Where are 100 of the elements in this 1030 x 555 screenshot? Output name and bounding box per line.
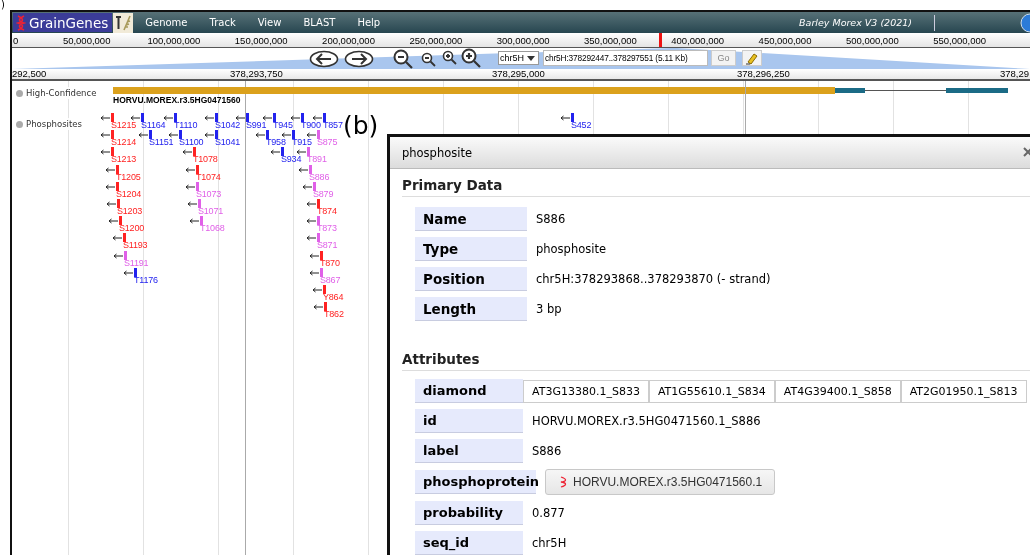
site-label[interactable]: T1074 <box>196 172 221 182</box>
dna-icon <box>16 14 26 31</box>
field-value: S886 <box>536 212 566 226</box>
site-label[interactable]: T857 <box>323 121 343 130</box>
site-label[interactable]: Y864 <box>323 293 344 302</box>
site-label[interactable]: T1176 <box>134 275 158 285</box>
site-label[interactable]: T1205 <box>116 172 141 182</box>
site-label[interactable]: T945 <box>273 121 293 130</box>
site-glyph-icon[interactable] <box>185 181 201 191</box>
location-field[interactable]: chr5H:378292447..378297551 (5.11 Kb) <box>543 50 708 66</box>
site-label[interactable]: S1204 <box>116 189 142 199</box>
site-label[interactable]: S1203 <box>117 207 143 216</box>
menu-item[interactable]: BLAST <box>303 17 336 28</box>
site-label[interactable]: T958 <box>266 138 286 148</box>
zoom-in-icon[interactable] <box>461 48 483 68</box>
site-glyph-icon[interactable] <box>255 130 271 140</box>
field-label: Length <box>415 297 527 321</box>
site-glyph-icon[interactable] <box>306 130 322 140</box>
site-glyph-icon[interactable] <box>204 130 220 140</box>
menu-item[interactable]: View <box>257 17 282 28</box>
site-label[interactable]: T1110 <box>174 121 198 130</box>
site-label[interactable]: S1041 <box>215 138 241 148</box>
menu-item[interactable]: Help <box>357 17 381 28</box>
zoom-out-icon[interactable] <box>393 49 415 69</box>
dialog-title: phosphosite <box>402 145 472 160</box>
left-arrow-button[interactable] <box>309 50 339 68</box>
position-marker[interactable] <box>659 33 662 47</box>
site-label[interactable]: S1214 <box>111 138 137 148</box>
caret-icon <box>527 55 535 61</box>
ruler-label: 378,293,750 <box>230 68 283 79</box>
site-glyph-icon[interactable] <box>105 164 121 174</box>
menu-item[interactable]: Track <box>209 17 236 28</box>
site-glyph-icon[interactable] <box>313 302 329 312</box>
site-glyph-icon[interactable] <box>309 250 325 260</box>
menu-item[interactable]: Genome <box>145 17 188 28</box>
site-label[interactable]: S1213 <box>111 155 137 165</box>
ruler-label: 450,000,000 <box>758 34 812 46</box>
site-glyph-icon[interactable] <box>185 164 201 174</box>
site-label[interactable]: S1042 <box>215 121 241 130</box>
site-label[interactable]: S991 <box>246 121 267 130</box>
site-glyph-icon[interactable] <box>138 130 154 140</box>
site-glyph-icon[interactable] <box>290 113 306 122</box>
field-label: probability <box>415 501 523 525</box>
site-label[interactable]: T862 <box>324 310 344 320</box>
ruler-label: 150,000,000 <box>234 34 288 46</box>
site-glyph-icon[interactable] <box>163 113 179 122</box>
zoom-out-icon[interactable] <box>421 52 437 67</box>
site-glyph-icon[interactable] <box>302 181 318 191</box>
ruler-label: 550,000,000 <box>933 34 987 46</box>
site-glyph-icon[interactable] <box>306 216 322 226</box>
field-label: Type <box>415 237 527 261</box>
site-glyph-icon[interactable] <box>100 113 116 122</box>
site-label[interactable]: S1151 <box>149 138 174 148</box>
site-glyph-icon[interactable] <box>306 199 322 208</box>
site-label[interactable]: S934 <box>281 155 302 165</box>
site-glyph-icon[interactable] <box>262 113 278 122</box>
site-glyph-icon[interactable] <box>105 181 121 191</box>
site-glyph-icon[interactable] <box>130 113 146 122</box>
site-label[interactable]: S452 <box>571 121 592 130</box>
protein-link-button[interactable]: HORVU.MOREX.r3.5HG0471560.1 <box>545 469 776 495</box>
site-glyph-icon[interactable] <box>296 147 312 157</box>
site-glyph-icon[interactable] <box>235 113 251 122</box>
site-glyph-icon[interactable] <box>106 199 122 208</box>
site-glyph-icon[interactable] <box>189 216 205 226</box>
site-label[interactable]: S1164 <box>141 121 166 130</box>
site-glyph-icon[interactable] <box>281 130 297 140</box>
site-glyph-icon[interactable] <box>312 113 328 122</box>
site-glyph-icon[interactable] <box>100 130 116 140</box>
highlight-button[interactable] <box>742 50 762 66</box>
site-glyph-icon[interactable] <box>123 267 139 277</box>
chromosome-select[interactable]: chr5H <box>498 51 539 65</box>
site-glyph-icon[interactable] <box>306 233 322 243</box>
zoom-in-icon[interactable] <box>442 50 458 65</box>
site-label[interactable]: T1078 <box>193 155 218 165</box>
graingenes-logo[interactable]: GrainGenes <box>13 13 113 32</box>
site-glyph-icon[interactable] <box>112 233 128 243</box>
site-label[interactable]: S1200 <box>119 224 145 234</box>
site-glyph-icon[interactable] <box>113 250 129 260</box>
section-heading: Primary Data <box>402 177 1030 197</box>
field-value: AT4G39400.1_S858 <box>774 379 901 403</box>
site-glyph-icon[interactable] <box>100 147 116 157</box>
right-arrow-button[interactable] <box>344 50 374 68</box>
site-glyph-icon[interactable] <box>168 130 184 140</box>
site-label[interactable]: T915 <box>292 138 312 148</box>
site-label[interactable]: S1215 <box>111 121 137 130</box>
site-glyph-icon[interactable] <box>204 113 220 122</box>
ruler-label: 100,000,000 <box>147 34 201 46</box>
site-glyph-icon[interactable] <box>298 164 314 174</box>
site-label[interactable]: T874 <box>317 207 337 216</box>
site-label[interactable]: T900 <box>301 121 321 130</box>
site-glyph-icon[interactable] <box>182 147 198 157</box>
site-label[interactable]: S1193 <box>123 241 148 251</box>
site-glyph-icon[interactable] <box>560 113 576 122</box>
site-glyph-icon[interactable] <box>270 147 286 157</box>
site-label[interactable]: S1100 <box>179 138 204 148</box>
site-label[interactable]: T870 <box>320 258 340 268</box>
site-glyph-icon[interactable] <box>312 285 328 294</box>
site-glyph-icon[interactable] <box>187 199 203 208</box>
site-glyph-icon[interactable] <box>108 216 124 226</box>
site-glyph-icon[interactable] <box>309 267 325 277</box>
